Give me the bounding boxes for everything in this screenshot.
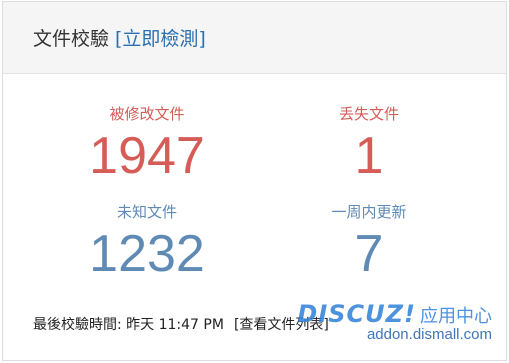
stat-unknown-files[interactable]: 未知文件 1232: [37, 203, 257, 283]
panel-title: 文件校驗: [33, 28, 110, 50]
stat-modified-files[interactable]: 被修改文件 1947: [37, 105, 257, 185]
watermark-brand-cn: 应用中心: [420, 306, 492, 327]
stat-updated-label: 一周内更新: [331, 203, 407, 221]
stat-lost-files[interactable]: 丢失文件 1: [259, 105, 479, 185]
stat-lost-value: 1: [354, 127, 384, 185]
stat-unknown-value: 1232: [89, 225, 205, 283]
check-now-link[interactable]: [立即檢測]: [115, 28, 206, 50]
panel-footer: 最後校驗時間: 昨天 11:47 PM [查看文件列表]: [33, 314, 329, 334]
stat-updated-files[interactable]: 一周内更新 7: [259, 203, 479, 283]
stat-unknown-label: 未知文件: [116, 203, 177, 221]
view-file-list-link[interactable]: [查看文件列表]: [234, 317, 329, 333]
stat-lost-label: 丢失文件: [338, 105, 399, 123]
stat-modified-value: 1947: [89, 127, 205, 185]
file-check-panel: 文件校驗 [立即檢測] 被修改文件 1947 丢失文件 1 未知文件 1232 一…: [2, 1, 507, 361]
panel-header: 文件校驗 [立即檢測]: [3, 2, 506, 74]
stat-updated-value: 7: [354, 225, 384, 283]
last-check-time: 最後校驗時間: 昨天 11:47 PM: [33, 317, 224, 333]
stat-modified-label: 被修改文件: [109, 105, 185, 123]
